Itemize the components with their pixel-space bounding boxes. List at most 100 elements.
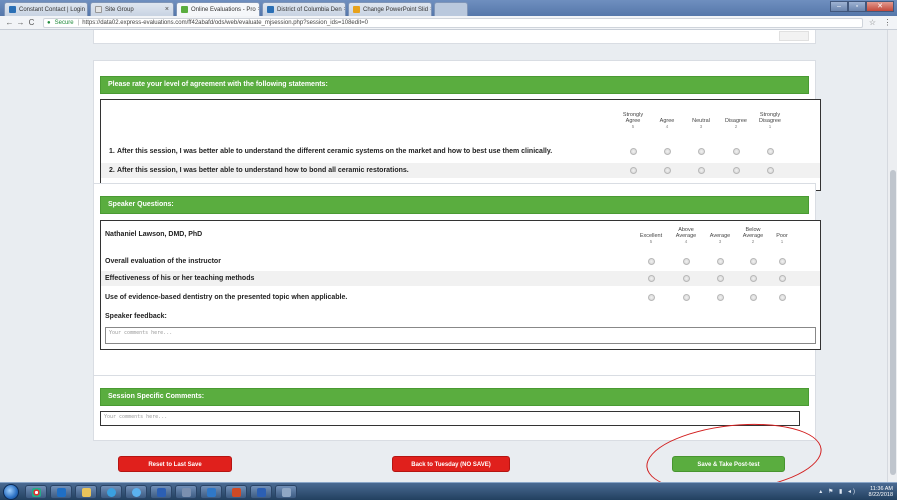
col-excellent: Excellent 5 bbox=[639, 233, 663, 244]
url-field[interactable]: ● Secure | https://data02.express-evalua… bbox=[43, 17, 863, 28]
close-tab-icon[interactable]: × bbox=[256, 6, 259, 13]
taskbar-file-explorer-icon[interactable] bbox=[75, 485, 97, 499]
radio-above-average[interactable] bbox=[683, 275, 690, 282]
powerpoint-favicon-icon bbox=[353, 6, 360, 13]
system-tray-icons[interactable]: ▴ ⚑ ▮ ◂) bbox=[819, 488, 857, 495]
start-button-icon[interactable] bbox=[3, 484, 19, 500]
radio-strongly-agree[interactable] bbox=[630, 148, 637, 155]
close-tab-icon[interactable]: × bbox=[163, 6, 169, 13]
reload-icon[interactable]: C bbox=[26, 18, 37, 27]
taskbar-clock[interactable]: 11:36 AM 8/22/2018 bbox=[869, 486, 893, 498]
radio-excellent[interactable] bbox=[648, 294, 655, 301]
radio-excellent[interactable] bbox=[648, 258, 655, 265]
speaker-feedback-textarea[interactable]: Your comments here... bbox=[105, 327, 816, 344]
close-tab-icon[interactable]: × bbox=[342, 6, 345, 13]
taskbar-outlook-app-icon[interactable] bbox=[200, 485, 222, 499]
radio-disagree[interactable] bbox=[733, 148, 740, 155]
radio-poor[interactable] bbox=[779, 258, 786, 265]
radio-disagree[interactable] bbox=[733, 167, 740, 174]
radio-agree[interactable] bbox=[664, 148, 671, 155]
taskbar-word-app-icon[interactable] bbox=[250, 485, 272, 499]
session-comments-textarea[interactable]: Your comments here... bbox=[100, 411, 800, 426]
speaker-question-row: Overall evaluation of the instructor bbox=[101, 254, 820, 269]
agreement-question-row: 2. After this session, I was better able… bbox=[101, 163, 820, 178]
browser-tab-strip: Constant Contact | Login × Site Group × … bbox=[0, 0, 897, 16]
bookmark-star-icon[interactable]: ☆ bbox=[869, 18, 876, 27]
agreement-heading: Please rate your level of agreement with… bbox=[100, 76, 809, 94]
tab-change-powerpoint[interactable]: Change PowerPoint Slid × bbox=[348, 2, 432, 16]
radio-strongly-disagree[interactable] bbox=[767, 167, 774, 174]
windows-taskbar: ▴ ⚑ ▮ ◂) 11:36 AM 8/22/2018 bbox=[0, 482, 897, 500]
speaker-name: Nathaniel Lawson, DMD, PhD bbox=[105, 231, 203, 238]
radio-excellent[interactable] bbox=[648, 275, 655, 282]
tab-label: District of Columbia Den bbox=[277, 6, 342, 13]
radio-below-average[interactable] bbox=[750, 275, 757, 282]
scrollbar-thumb[interactable] bbox=[890, 170, 896, 475]
radio-average[interactable] bbox=[717, 258, 724, 265]
radio-poor[interactable] bbox=[779, 275, 786, 282]
radio-below-average[interactable] bbox=[750, 294, 757, 301]
radio-neutral[interactable] bbox=[698, 148, 705, 155]
question-text: Effectiveness of his or her teaching met… bbox=[105, 275, 255, 282]
forward-arrow-icon[interactable]: → bbox=[15, 18, 26, 27]
radio-neutral[interactable] bbox=[698, 167, 705, 174]
taskbar-word-icon[interactable] bbox=[150, 485, 172, 499]
taskbar-misc-icon[interactable] bbox=[275, 485, 297, 499]
radio-below-average[interactable] bbox=[750, 258, 757, 265]
maximize-icon[interactable]: ▫ bbox=[848, 1, 866, 12]
radio-strongly-disagree[interactable] bbox=[767, 148, 774, 155]
taskbar-chrome-icon[interactable] bbox=[25, 485, 47, 499]
page-scrollbar[interactable] bbox=[887, 30, 897, 482]
lock-icon: ● bbox=[47, 19, 51, 26]
placeholder-text: Your comments here... bbox=[104, 414, 168, 420]
taskbar-media-icon[interactable] bbox=[100, 485, 122, 499]
taskbar-outlook-icon[interactable] bbox=[50, 485, 72, 499]
placeholder-text: Your comments here... bbox=[109, 330, 173, 336]
radio-strongly-agree[interactable] bbox=[630, 167, 637, 174]
speaker-heading: Speaker Questions: bbox=[100, 196, 809, 214]
col-disagree: Disagree 2 bbox=[724, 118, 747, 129]
session-comments-panel: Session Specific Comments: Your comments… bbox=[93, 375, 816, 441]
close-tab-icon[interactable]: × bbox=[428, 6, 431, 13]
tab-site-group[interactable]: Site Group × bbox=[90, 2, 174, 16]
back-arrow-icon[interactable]: ← bbox=[4, 18, 15, 27]
col-neutral: Neutral 3 bbox=[692, 118, 710, 129]
speaker-feedback-label: Speaker feedback: bbox=[105, 313, 167, 320]
question-text: After this session, I was better able to… bbox=[117, 167, 409, 174]
secure-label: Secure bbox=[54, 19, 74, 26]
col-poor: Poor 1 bbox=[776, 233, 788, 244]
radio-above-average[interactable] bbox=[683, 258, 690, 265]
agreement-panel: Please rate your level of agreement with… bbox=[93, 60, 821, 198]
radio-average[interactable] bbox=[717, 275, 724, 282]
tab-constant-contact[interactable]: Constant Contact | Login × bbox=[4, 2, 88, 16]
back-to-tuesday-button[interactable]: Back to Tuesday (NO SAVE) bbox=[392, 456, 510, 472]
col-strongly-disagree: Strongly Disagree 1 bbox=[758, 112, 781, 129]
tab-online-evaluations[interactable]: Online Evaluations - Pro × bbox=[176, 2, 260, 16]
question-text: Overall evaluation of the instructor bbox=[105, 258, 221, 265]
tab-label: Online Evaluations - Pro bbox=[191, 6, 256, 13]
col-below-average: Below Average 2 bbox=[742, 227, 764, 244]
save-and-take-post-test-button[interactable]: Save & Take Post-test bbox=[672, 456, 785, 472]
speaker-panel: Speaker Questions: Nathaniel Lawson, DMD… bbox=[93, 183, 821, 391]
minimize-icon[interactable]: – bbox=[830, 1, 848, 12]
taskbar-internet-explorer-icon[interactable] bbox=[125, 485, 147, 499]
previous-section-panel bbox=[93, 30, 816, 44]
window-close-icon[interactable]: ✕ bbox=[866, 1, 894, 12]
col-strongly-agree: Strongly Agree 5 bbox=[622, 112, 644, 129]
speaker-question-row: Effectiveness of his or her teaching met… bbox=[101, 271, 820, 286]
radio-agree[interactable] bbox=[664, 167, 671, 174]
reset-to-last-save-button[interactable]: Reset to Last Save bbox=[118, 456, 232, 472]
tab-district-of-columbia[interactable]: District of Columbia Den × bbox=[262, 2, 346, 16]
close-tab-icon[interactable]: × bbox=[85, 6, 88, 13]
taskbar-powerpoint-icon[interactable] bbox=[225, 485, 247, 499]
new-tab-button[interactable] bbox=[434, 2, 468, 16]
page-favicon-icon bbox=[95, 6, 102, 13]
radio-average[interactable] bbox=[717, 294, 724, 301]
tab-label: Change PowerPoint Slid bbox=[363, 6, 429, 13]
radio-above-average[interactable] bbox=[683, 294, 690, 301]
url-text: https://data02.express-evaluations.com/f… bbox=[82, 19, 368, 26]
radio-poor[interactable] bbox=[779, 294, 786, 301]
question-text: After this session, I was better able to… bbox=[117, 148, 553, 155]
taskbar-app-icon[interactable] bbox=[175, 485, 197, 499]
menu-dots-icon[interactable]: ⋮ bbox=[882, 18, 893, 27]
